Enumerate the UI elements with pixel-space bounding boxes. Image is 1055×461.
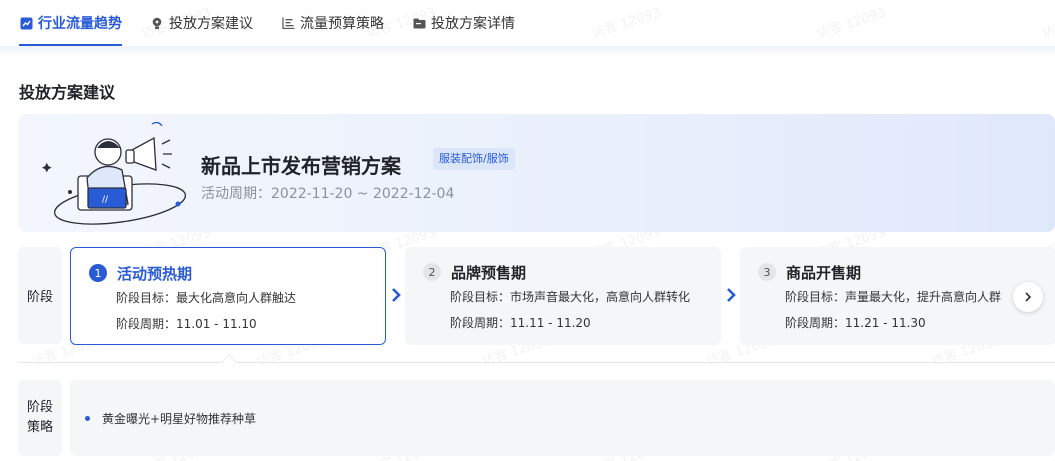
chevron-right-icon bbox=[1024, 288, 1032, 307]
stage-cycle: 阶段周期：11.21 - 11.30 bbox=[785, 316, 926, 330]
active-stage-pointer bbox=[221, 354, 237, 363]
stage-header: 2 品牌预售期 bbox=[423, 262, 721, 282]
stage-number-badge: 2 bbox=[423, 263, 441, 281]
stage-cycle: 阶段周期：11.11 - 11.20 bbox=[450, 316, 591, 330]
stage-goal: 阶段目标：最大化高意向人群触达 bbox=[116, 291, 297, 305]
strategy-label-line: 阶段 bbox=[26, 400, 53, 415]
stage-card-warmup[interactable]: 1 活动预热期 阶段目标：最大化高意向人群触达 阶段周期：11.01 - 11.… bbox=[70, 247, 386, 345]
stage-cycle: 阶段周期：11.01 - 11.10 bbox=[116, 317, 257, 331]
tab-label: 投放方案详情 bbox=[431, 16, 515, 32]
marketing-person-illustration: // bbox=[42, 122, 187, 225]
stage-header: 1 活动预热期 bbox=[89, 263, 385, 283]
plan-title: 新品上市发布营销方案 bbox=[201, 154, 401, 178]
stage-goal: 阶段目标：市场声音最大化，高意向人群转化 bbox=[450, 290, 691, 304]
chevron-right-icon bbox=[725, 287, 737, 303]
tab-budget-strategy[interactable]: 流量预算策略 bbox=[281, 0, 384, 46]
page: 访客 12093访客 12093访客 12093访客 12093访客 12093… bbox=[0, 0, 1055, 461]
bullet-dot-icon bbox=[85, 416, 90, 421]
stage-card-presale[interactable]: 2 品牌预售期 阶段目标：市场声音最大化，高意向人群转化 阶段周期：11.11 … bbox=[405, 247, 721, 345]
tab-industry-traffic-trend[interactable]: 行业流量趋势 bbox=[19, 0, 122, 46]
strategy-item: 黄金曝光+明星好物推荐种草 bbox=[85, 410, 1055, 427]
bar-list-icon bbox=[281, 16, 295, 30]
stage-card-launch[interactable]: 3 商品开售期 阶段目标：声量最大化，提升高意向人群 阶段周期：11.21 - … bbox=[740, 247, 1055, 345]
category-tag: 服装配饰/服饰 bbox=[433, 148, 515, 170]
tab-plan-suggestion[interactable]: 投放方案建议 bbox=[150, 0, 253, 46]
strategy-panel: 黄金曝光+明星好物推荐种草 bbox=[70, 380, 1055, 456]
strategy-label-line: 策略 bbox=[26, 420, 53, 435]
plan-banner: // 新品上市发布营销方案 服装配饰/服饰 活动周期：2022-11-20 ~ … bbox=[18, 114, 1055, 232]
svg-text://: // bbox=[102, 195, 109, 205]
stage-number-badge: 3 bbox=[758, 263, 776, 281]
tab-label: 流量预算策略 bbox=[300, 16, 384, 32]
strategy-row-label: 阶段 策略 bbox=[18, 380, 62, 456]
stage-row-label: 阶段 bbox=[18, 247, 62, 344]
stage-header: 3 商品开售期 bbox=[758, 262, 1055, 282]
stage-name: 品牌预售期 bbox=[451, 263, 527, 282]
lightbulb-icon bbox=[150, 16, 164, 30]
section-title: 投放方案建议 bbox=[19, 83, 116, 102]
divider bbox=[18, 362, 1055, 363]
tab-bar-shadow bbox=[0, 46, 1055, 56]
scroll-next-button[interactable] bbox=[1013, 282, 1043, 312]
tab-label: 投放方案建议 bbox=[169, 16, 253, 32]
stage-number-badge: 1 bbox=[89, 264, 107, 282]
stage-name: 活动预热期 bbox=[117, 264, 193, 283]
stage-name: 商品开售期 bbox=[786, 263, 862, 282]
folder-icon bbox=[412, 16, 426, 30]
tab-label: 行业流量趋势 bbox=[38, 16, 122, 32]
plan-period: 活动周期：2022-11-20 ~ 2022-12-04 bbox=[201, 186, 455, 202]
strategy-text: 黄金曝光+明星好物推荐种草 bbox=[102, 412, 257, 426]
tab-bar: 行业流量趋势 投放方案建议 流量预算策略 投放方案详情 bbox=[0, 0, 1055, 46]
tab-plan-details[interactable]: 投放方案详情 bbox=[412, 0, 515, 46]
trend-chart-icon bbox=[19, 16, 33, 30]
chevron-right-icon bbox=[390, 287, 402, 303]
